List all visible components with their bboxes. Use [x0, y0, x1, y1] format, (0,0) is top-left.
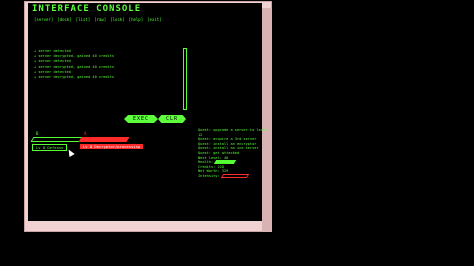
interface-console: INTERFACE CONSOLE [server] [dock] [list]… — [28, 3, 268, 221]
window-frame-edge — [262, 8, 272, 232]
intensity-row: Intensity: — [198, 174, 260, 179]
menu-item-dock[interactable]: [dock] — [57, 17, 71, 22]
menu-item-lock[interactable]: [lock] — [110, 17, 124, 22]
quest-line: Quest: upgrade a server to level — [198, 128, 268, 132]
exec-button[interactable]: EXEC — [124, 115, 158, 123]
health-bar — [214, 160, 237, 165]
node-a-id: A — [84, 131, 87, 136]
game-screen: INTERFACE CONSOLE [server] [dock] [list]… — [0, 0, 474, 266]
node-b-slot[interactable] — [30, 137, 84, 142]
menu-item-raw[interactable]: [raw] — [94, 17, 106, 22]
event-log: + server detected + server decrypted, ga… — [34, 49, 114, 80]
intensity-bar — [220, 174, 249, 179]
console-menu: [server] [dock] [list] [raw] [lock] [hel… — [34, 17, 162, 22]
mouse-cursor-icon — [66, 148, 75, 158]
node-b-id: B — [36, 131, 39, 136]
menu-item-help[interactable]: [help] — [129, 17, 143, 22]
node-b-name[interactable]: Lv 8 Defense — [32, 144, 68, 151]
intensity-label: Intensity: — [198, 173, 220, 178]
node-a-name[interactable]: Lv 8 Decryptor/processing — [80, 144, 144, 149]
menu-item-list[interactable]: [list] — [76, 17, 90, 22]
log-line: + server decrypted, gained 40 credits — [34, 75, 115, 80]
menu-item-server[interactable]: [server] — [34, 17, 53, 22]
node-a-slot[interactable] — [78, 137, 130, 142]
quest-panel: Quest: upgrade a server to level 12 Ques… — [198, 128, 268, 179]
scroll-track[interactable] — [183, 48, 187, 110]
menu-item-exit[interactable]: [exit] — [147, 17, 161, 22]
console-title: INTERFACE CONSOLE — [32, 4, 142, 14]
clear-button[interactable]: CLR — [158, 115, 186, 123]
